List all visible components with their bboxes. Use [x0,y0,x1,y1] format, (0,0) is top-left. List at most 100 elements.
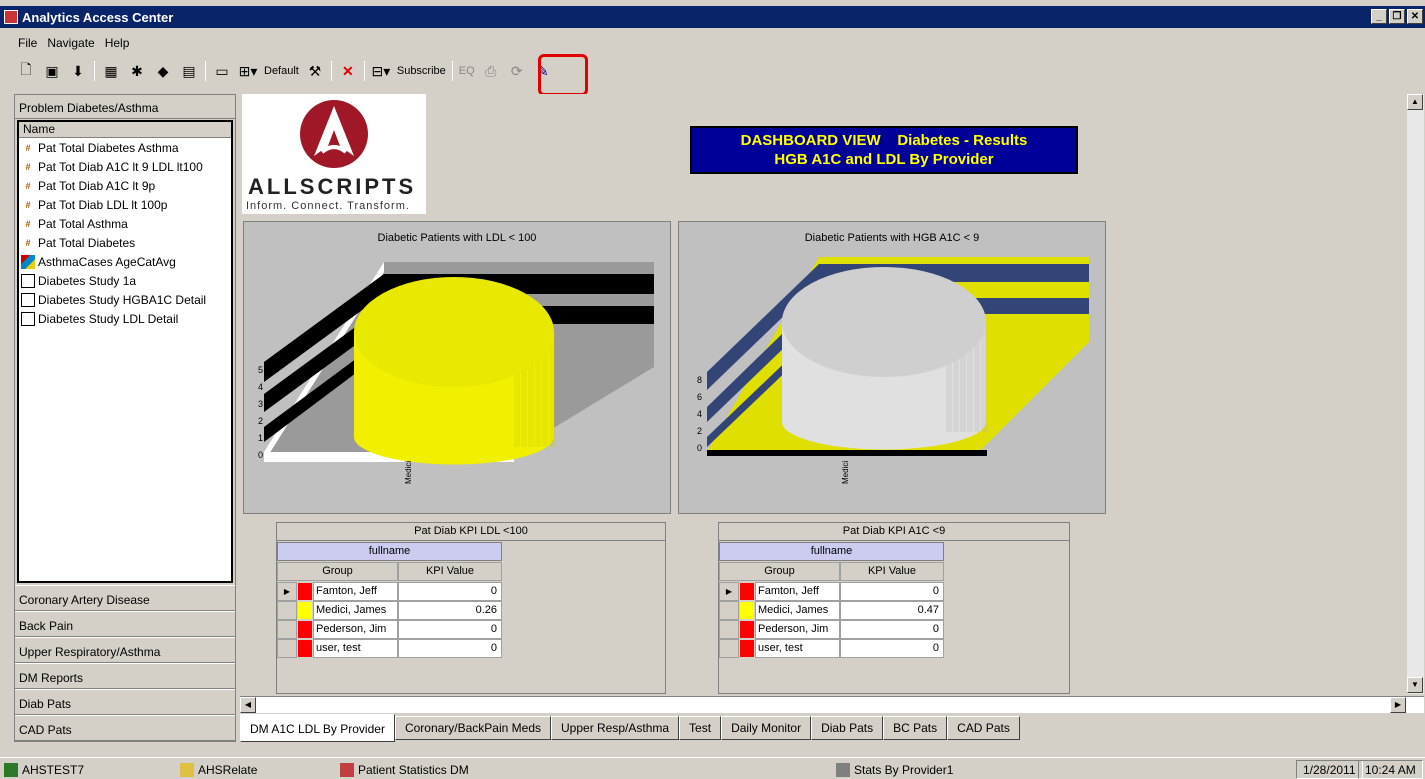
row-name: user, test [755,639,840,658]
tab-test[interactable]: Test [679,716,722,740]
column-header-group[interactable]: Group [719,562,840,581]
row-selector[interactable] [277,639,297,658]
row-kpi-value: 0 [398,639,502,658]
row-kpi-value: 0 [840,582,944,601]
row-selector[interactable] [719,620,739,639]
chart-ldl[interactable]: Diabetic Patients with LDL < 100 012345 … [243,221,671,514]
main-horizontal-scrollbar[interactable]: ◀ ▶ [240,696,1424,713]
new-icon[interactable]: 🗋 [16,61,36,81]
table-row[interactable]: ▶ Famton, Jeff 0 [277,582,502,601]
table-row[interactable]: user, test 0 [719,639,944,658]
taskbar-item[interactable]: AHSRelate [180,761,257,779]
tab-bc-pats[interactable]: BC Pats [883,716,948,740]
tools-icon[interactable]: ⚒ [305,61,325,81]
taskbar-item[interactable]: AHSTEST7 [4,761,84,779]
window-title: Analytics Access Center [22,9,174,25]
table-row[interactable]: user, test 0 [277,639,502,658]
restore-button[interactable]: ❐ [1389,9,1405,24]
column-header-name[interactable]: Name [19,122,231,138]
delete-icon[interactable]: ✕ [338,61,358,81]
column-header-kpi-value[interactable]: KPI Value [840,562,944,581]
row-selector[interactable] [719,601,739,620]
row-selector[interactable] [277,620,297,639]
list-item[interactable]: # Pat Total Asthma [19,214,231,233]
row-selector[interactable] [277,601,297,620]
menu-help[interactable]: Help [105,36,130,54]
category-cad-pats[interactable]: CAD Pats [15,715,235,741]
list-item[interactable]: # Pat Tot Diab A1C lt 9p [19,176,231,195]
field-header[interactable]: fullname [277,542,502,561]
menu-file[interactable]: File [18,36,37,54]
scroll-right-icon[interactable]: ▶ [1390,697,1406,713]
table-row[interactable]: Pederson, Jim 0 [277,620,502,639]
tab-diab-pats[interactable]: Diab Pats [811,716,884,740]
list-item-label: Pat Tot Diab LDL lt 100p [38,197,168,212]
minimize-button[interactable]: _ [1371,9,1387,24]
scroll-down-icon[interactable]: ▼ [1407,677,1423,693]
tab-cad-pats[interactable]: CAD Pats [947,716,1020,740]
table-row[interactable]: Medici, James 0.26 [277,601,502,620]
refresh-icon[interactable]: ⟳ [507,61,527,81]
list-item[interactable]: AsthmaCases AgeCatAvg [19,252,231,271]
category-diab-pats[interactable]: Diab Pats [15,689,235,715]
column-header-group[interactable]: Group [277,562,398,581]
row-pointer-icon[interactable]: ▶ [719,582,739,601]
row-name: Medici, James [313,601,398,620]
menu-navigate[interactable]: Navigate [47,36,94,54]
cube-icon[interactable]: ◆ [153,61,173,81]
tab-coronary-backpain-meds[interactable]: Coronary/BackPain Meds [394,716,551,740]
logo-mark-icon [300,100,368,168]
row-name: Medici, James [755,601,840,620]
bar[interactable] [354,277,555,465]
list-item[interactable]: Diabetes Study HGBA1C Detail [19,290,231,309]
row-pointer-icon[interactable]: ▶ [277,582,297,601]
list-item-label: Pat Tot Diab A1C lt 9 LDL lt100 [38,159,203,174]
list-item-label: Pat Tot Diab A1C lt 9p [38,178,156,193]
print-icon[interactable]: ⎙ [481,61,501,81]
vertical-scrollbar[interactable]: ▲ ▼ [1407,94,1424,694]
column-header-kpi-value[interactable]: KPI Value [398,562,502,581]
default-layout-label[interactable]: Default [264,65,299,77]
open-icon[interactable]: ▣ [42,61,62,81]
list-item[interactable]: Diabetes Study LDL Detail [19,309,231,328]
kpi-icon: # [25,142,31,153]
y-tick-label: 2 [258,416,264,426]
list-item[interactable]: # Pat Total Diabetes Asthma [19,138,231,157]
subscribe-dropdown-icon[interactable]: ⊟▾ [371,61,391,81]
category-upper-respiratory-asthma[interactable]: Upper Respiratory/Asthma [15,637,235,663]
save-icon[interactable]: ⬇ [68,61,88,81]
panel-title[interactable]: Problem Diabetes/Asthma [15,95,235,119]
report-icon[interactable]: ▤ [179,61,199,81]
tab-daily-monitor[interactable]: Daily Monitor [721,716,812,740]
tab-dm-a1c-ldl-by-provider[interactable]: DM A1C LDL By Provider [240,714,395,742]
list-item[interactable]: # Pat Total Diabetes [19,233,231,252]
taskbar-item[interactable]: Stats By Provider1 [836,761,953,779]
menu-bar: File Navigate Help [0,36,129,54]
chart-a1c[interactable]: Diabetic Patients with HGB A1C < 9 02468… [678,221,1106,514]
kpi-icon[interactable]: ✱ [127,61,147,81]
bar[interactable] [782,267,987,450]
list-item[interactable]: # Pat Tot Diab A1C lt 9 LDL lt100 [19,157,231,176]
tab-upper-resp-asthma[interactable]: Upper Resp/Asthma [551,716,680,740]
category-coronary-artery-disease[interactable]: Coronary Artery Disease [15,585,235,611]
subscribe-button[interactable]: Subscribe [397,65,446,77]
list-item[interactable]: # Pat Tot Diab LDL lt 100p [19,195,231,214]
table-row[interactable]: Medici, James 0.47 [719,601,944,620]
layout-dropdown-icon[interactable]: ⊞▾ [238,61,258,81]
field-header[interactable]: fullname [719,542,944,561]
list-item[interactable]: Diabetes Study 1a [19,271,231,290]
eq-button[interactable]: EQ [459,65,475,77]
category-dm-reports[interactable]: DM Reports [15,663,235,689]
scroll-left-icon[interactable]: ◀ [240,697,256,713]
close-button[interactable]: ✕ [1407,9,1423,24]
table-row[interactable]: ▶ Famton, Jeff 0 [719,582,944,601]
taskbar-item[interactable]: Patient Statistics DM [340,761,469,779]
category-back-pain[interactable]: Back Pain [15,611,235,637]
scroll-up-icon[interactable]: ▲ [1407,94,1423,110]
window-icon[interactable]: ▭ [212,61,232,81]
table-row[interactable]: Pederson, Jim 0 [719,620,944,639]
row-name: user, test [313,639,398,658]
grid-icon[interactable]: ▦ [101,61,121,81]
row-selector[interactable] [719,639,739,658]
logo-tagline: Inform. Connect. Transform. [246,200,410,212]
